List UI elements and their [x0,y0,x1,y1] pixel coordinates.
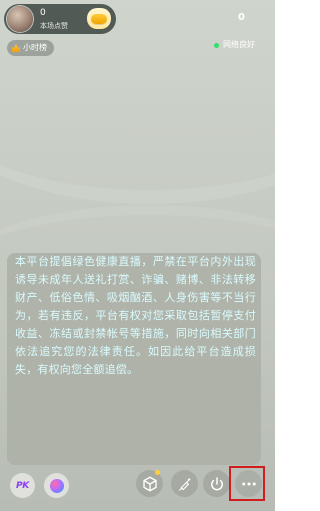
beauty-icon [178,477,191,491]
box-icon [142,476,157,491]
platform-notice: 本平台提倡绿色健康直播，严禁在平台内外出现诱导未成年人送礼打赏、诈骗、赌博、非法… [7,253,261,465]
pk-button[interactable]: PK [10,473,35,498]
hourly-rank-chip[interactable]: 小时榜 [7,40,54,56]
host-name: 0 [40,8,46,18]
draw-icon [49,478,64,493]
follow-button[interactable] [87,8,111,29]
beauty-button[interactable] [171,470,198,497]
host-likes-label: 本场点赞 [40,22,68,30]
platform-notice-text: 本平台提倡绿色健康直播，严禁在平台内外出现诱导未成年人送礼打赏、诈骗、赌博、非法… [15,255,256,376]
follow-icon [91,13,107,24]
avatar-icon[interactable] [7,6,33,32]
host-info-pill[interactable]: 0 本场点赞 [4,4,116,34]
network-status: 网络良好 [214,39,255,51]
pk-label: PK [16,480,29,491]
dot-icon [214,42,219,48]
power-button[interactable] [203,470,230,497]
notification-dot [155,470,160,475]
rank-label: 小时榜 [23,43,47,52]
viewer-count: 0 [238,12,245,23]
network-status-label: 网络良好 [223,40,255,49]
draw-button[interactable] [44,473,69,498]
power-icon [210,476,223,490]
more-button-highlight [229,466,265,501]
live-room-screen: 0 本场点赞 0 小时榜 网络良好 本平台提倡绿色健康直播，严禁在平台内外出现诱… [0,0,275,511]
crown-icon [12,44,20,52]
